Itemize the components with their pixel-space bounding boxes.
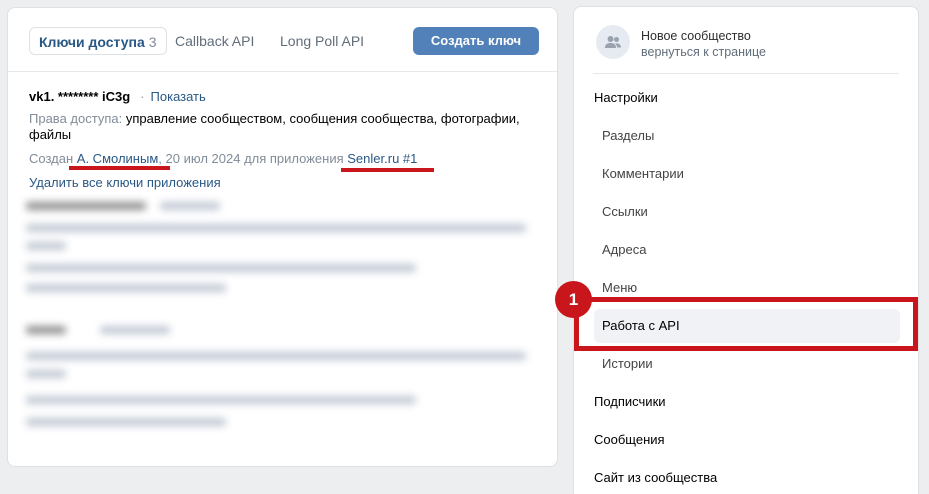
show-key-link[interactable]: Показать [151, 89, 206, 104]
menu-comments[interactable]: Комментарии [602, 166, 684, 182]
menu-links[interactable]: Ссылки [602, 204, 648, 220]
menu-menu[interactable]: Меню [602, 280, 637, 296]
underline-author [69, 166, 170, 170]
created-sep: , [158, 151, 162, 166]
step-badge: 1 [555, 281, 592, 318]
api-tabs: Ключи доступа 3 Callback API Long Poll AP… [8, 8, 557, 72]
created-label: Создан [29, 151, 74, 166]
blurred-keys [20, 198, 540, 458]
menu-messages[interactable]: Сообщения [594, 432, 665, 448]
created-by-link[interactable]: А. Смолиным [77, 151, 158, 166]
menu-sections[interactable]: Разделы [602, 128, 654, 144]
underline-app [341, 168, 434, 172]
side-menu-panel: Новое сообщество вернуться к странице На… [573, 6, 919, 494]
menu-subscribers[interactable]: Подписчики [594, 394, 666, 410]
community-avatar [596, 25, 630, 59]
create-key-button[interactable]: Создать ключ [413, 27, 539, 55]
api-highlight-box [574, 297, 918, 351]
community-name: Новое сообщество [641, 29, 751, 43]
menu-stories[interactable]: Истории [602, 356, 653, 372]
community-back-text: вернуться к странице [641, 45, 766, 59]
side-divider [593, 73, 899, 74]
created-date: 20 июл 2024 [165, 151, 241, 166]
delete-all-keys-link[interactable]: Удалить все ключи приложения [29, 175, 221, 190]
key-rights: Права доступа: управление сообществом, с… [29, 111, 529, 143]
menu-site[interactable]: Сайт из сообщества [594, 470, 717, 486]
rights-label: Права доступа: [29, 111, 123, 126]
created-app-link[interactable]: Senler.ru #1 [347, 151, 417, 166]
dot-separator: · [140, 89, 145, 104]
tab-long-poll-api[interactable]: Long Poll API [272, 27, 372, 55]
key-name: vk1. ******** iC3g [29, 89, 131, 104]
community-back-link[interactable]: Новое сообщество вернуться к странице [596, 25, 896, 61]
tab-access-keys-count: 3 [148, 34, 157, 50]
tab-callback-api[interactable]: Callback API [167, 27, 262, 55]
tab-access-keys-label: Ключи доступа [39, 34, 145, 50]
tab-access-keys[interactable]: Ключи доступа 3 [29, 27, 167, 55]
menu-addresses[interactable]: Адреса [602, 242, 646, 258]
users-icon [605, 36, 621, 48]
key-created: Создан А. Смолиным, 20 июл 2024 для прил… [29, 151, 417, 166]
key-header: vk1. ******** iC3g · Показать [29, 89, 206, 104]
created-app-label: для приложения [244, 151, 344, 166]
api-keys-panel: Ключи доступа 3 Callback API Long Poll AP… [7, 7, 558, 467]
menu-settings[interactable]: Настройки [594, 90, 658, 106]
